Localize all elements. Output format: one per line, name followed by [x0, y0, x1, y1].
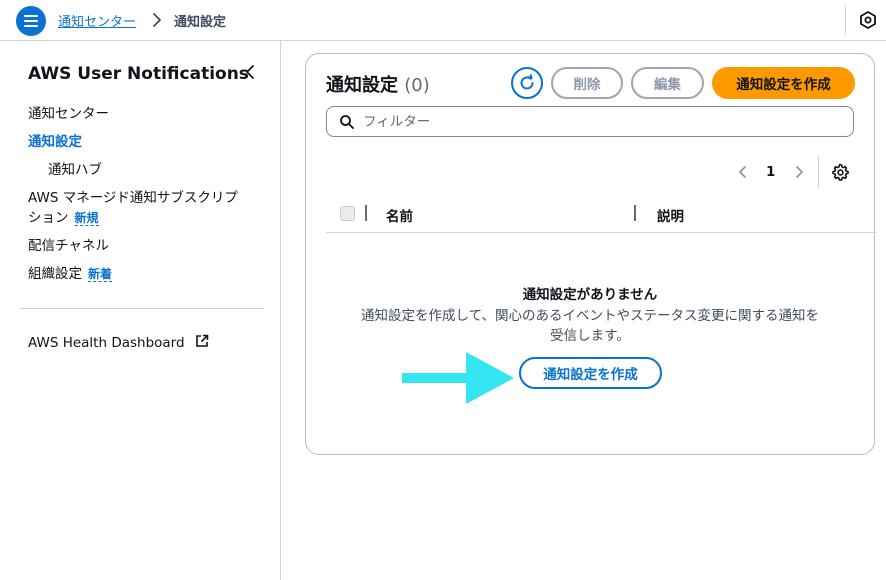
divider	[818, 156, 819, 188]
column-header-name[interactable]: 名前	[386, 205, 413, 225]
page-title: 通知設定 (0)	[326, 71, 430, 97]
column-divider	[365, 205, 367, 221]
table-header: 名前 説明	[326, 200, 876, 233]
search-icon	[340, 115, 354, 129]
sidebar-title: AWS User Notifications	[28, 64, 249, 84]
sidebar-item-label: 組織設定	[28, 266, 82, 282]
top-bar: 通知センター 通知設定	[0, 0, 886, 41]
sidebar-item-label: ション	[28, 210, 69, 226]
refresh-button[interactable]	[511, 67, 543, 99]
edit-button[interactable]: 編集	[631, 67, 704, 99]
divider	[845, 6, 846, 34]
sidebar-item-notification-settings[interactable]: 通知設定	[28, 132, 82, 152]
sidebar: AWS User Notifications 通知センター 通知設定 通知ハブ …	[0, 41, 281, 580]
empty-state-description: 通知設定を作成して、関心のあるイベントやステータス変更に関する通知を受信します。	[361, 308, 819, 344]
previous-page-icon[interactable]	[736, 164, 750, 180]
new-badge: 新規	[74, 211, 99, 226]
gear-icon[interactable]	[831, 163, 849, 181]
chevron-left-icon[interactable]	[242, 63, 258, 81]
column-divider[interactable]	[634, 205, 636, 221]
empty-state-title: 通知設定がありません	[522, 287, 658, 303]
sidebar-item-notification-center[interactable]: 通知センター	[28, 104, 109, 124]
notification-settings-panel: 通知設定 (0) 削除 編集 通知設定を作成 1 名前 説明 通知設定がありませ…	[305, 53, 876, 455]
sidebar-item-organization-settings[interactable]: 組織設定 新着	[28, 264, 113, 284]
annotation-arrow-icon	[402, 352, 514, 404]
hexagon-settings-icon[interactable]	[858, 10, 878, 30]
sidebar-item-label: AWS Health Dashboard	[28, 335, 185, 351]
filter-field[interactable]	[326, 106, 854, 137]
sidebar-item-label: AWS マネージド通知サブスクリプ	[28, 190, 238, 206]
filter-input[interactable]	[363, 112, 843, 132]
sidebar-item-delivery-channels[interactable]: 配信チャネル	[28, 236, 109, 256]
sidebar-divider	[20, 308, 264, 309]
select-all-checkbox[interactable]	[340, 206, 355, 221]
create-notification-configuration-button[interactable]: 通知設定を作成	[712, 67, 855, 99]
external-link-icon	[196, 334, 209, 347]
refresh-icon	[520, 74, 534, 90]
sidebar-item-notification-hubs[interactable]: 通知ハブ	[48, 160, 102, 180]
delete-button[interactable]: 削除	[551, 67, 623, 99]
new-badge: 新着	[88, 267, 113, 282]
next-page-icon[interactable]	[792, 164, 806, 180]
item-count: (0)	[404, 75, 430, 96]
page-number[interactable]: 1	[766, 164, 775, 180]
sidebar-item-managed-subscriptions[interactable]: AWS マネージド通知サブスクリプ ション 新規	[28, 188, 258, 228]
hamburger-menu-icon[interactable]	[16, 6, 46, 36]
breadcrumb-parent-link[interactable]: 通知センター	[58, 11, 136, 30]
empty-state-create-button[interactable]: 通知設定を作成	[519, 357, 662, 389]
breadcrumb-current: 通知設定	[174, 15, 227, 30]
page-title-text: 通知設定	[326, 75, 398, 96]
column-header-description[interactable]: 説明	[657, 205, 684, 225]
chevron-right-icon	[153, 13, 161, 27]
sidebar-item-health-dashboard[interactable]: AWS Health Dashboard	[28, 333, 209, 353]
